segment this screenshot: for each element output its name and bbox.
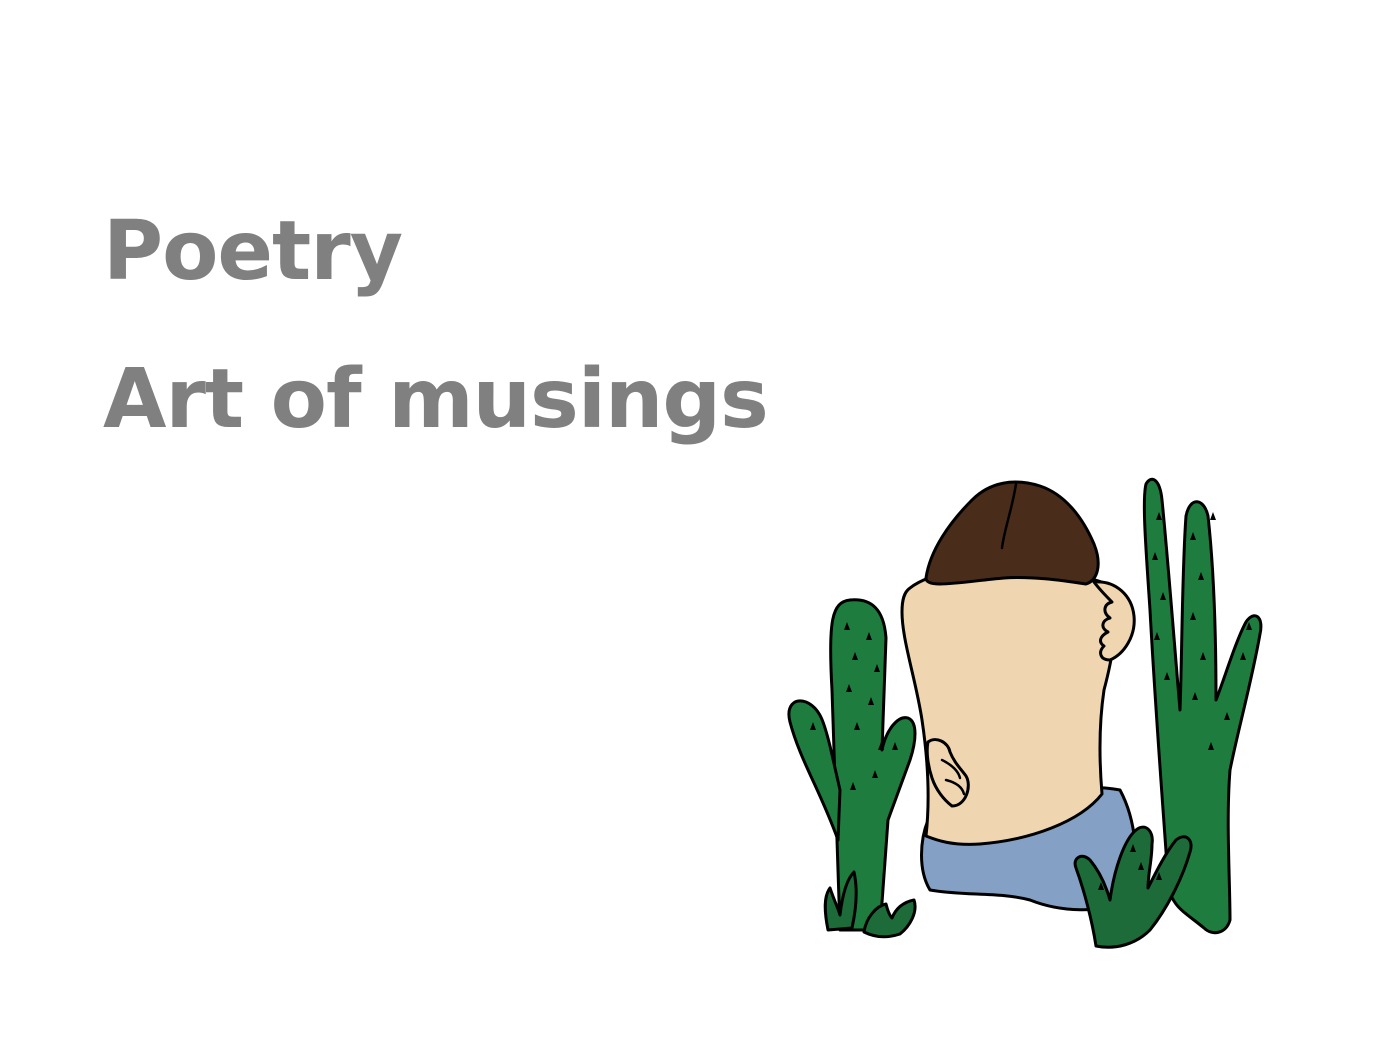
person-among-cacti-illustration — [780, 460, 1280, 960]
title-block: Poetry Art of musings — [103, 178, 769, 474]
title-poetry: Poetry — [103, 204, 403, 299]
subtitle-art-of-musings: Art of musings — [103, 352, 769, 447]
page: Poetry Art of musings — [0, 0, 1391, 1042]
person-hair — [924, 480, 1100, 586]
person-back — [900, 565, 1117, 846]
